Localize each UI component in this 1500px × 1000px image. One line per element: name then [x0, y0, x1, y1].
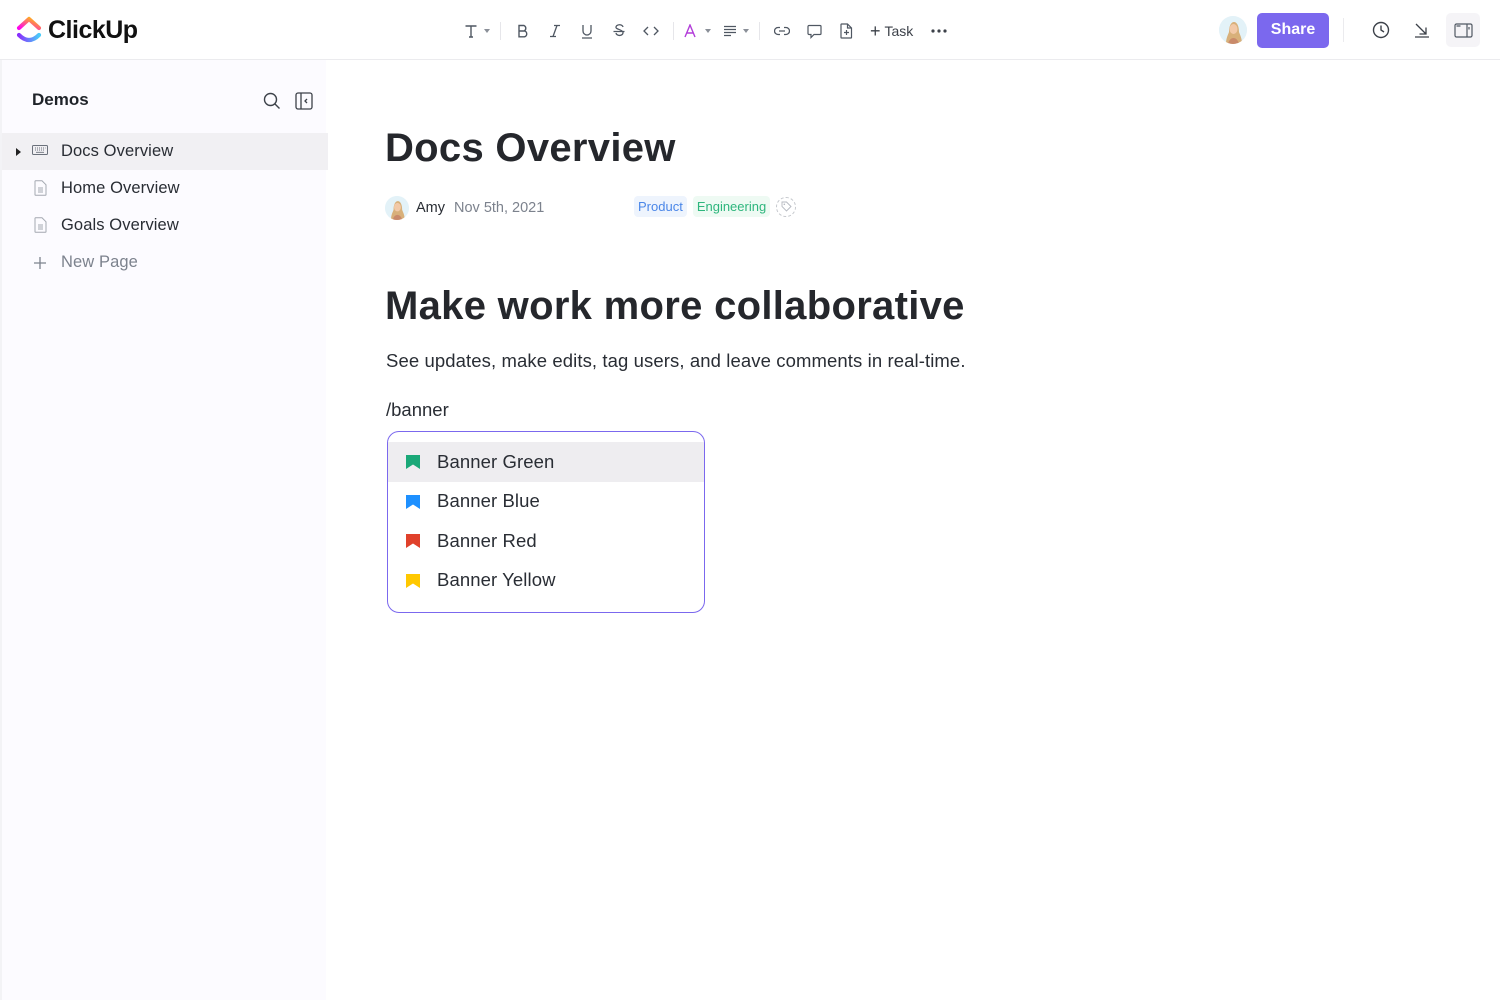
menu-item-label: Banner Yellow	[437, 569, 556, 591]
bold-icon	[518, 24, 528, 38]
sidebar-search-button[interactable]	[263, 92, 281, 115]
clickup-logo[interactable]: ClickUp	[16, 14, 138, 46]
sidebar-item-label: Home Overview	[61, 179, 180, 197]
plus-icon: +	[870, 21, 881, 41]
menu-item-label: Banner Blue	[437, 490, 540, 512]
strikethrough-button[interactable]	[605, 17, 633, 45]
sidebar-item-label: Goals Overview	[61, 216, 179, 234]
sidebar-page-list: Docs Overview Home Overview Goals Overvi…	[2, 133, 328, 281]
doc-heading[interactable]: Make work more collaborative	[385, 284, 965, 329]
text-color-icon	[684, 24, 696, 38]
tag-icon	[781, 201, 792, 212]
underline-button[interactable]	[573, 17, 601, 45]
clickup-logo-icon	[16, 16, 42, 43]
bold-button[interactable]	[509, 17, 537, 45]
add-task-label: Task	[884, 23, 914, 39]
insert-doc-button[interactable]	[832, 17, 860, 45]
header-actions: Share	[1219, 11, 1480, 49]
toolbar-divider	[500, 22, 501, 40]
sidebar-item-docs-overview[interactable]: Docs Overview	[2, 133, 328, 170]
sidebar-item-home-overview[interactable]: Home Overview	[2, 170, 328, 207]
italic-icon	[550, 24, 560, 38]
comment-icon	[806, 24, 822, 39]
sidebar-title: Demos	[32, 90, 89, 109]
italic-button[interactable]	[541, 17, 569, 45]
text-style-button[interactable]	[462, 17, 492, 45]
chevron-down-icon	[484, 29, 490, 33]
more-icon	[931, 29, 947, 33]
author-avatar[interactable]	[385, 196, 409, 220]
page-title[interactable]: Docs Overview	[385, 126, 676, 171]
header-divider	[1343, 18, 1344, 42]
sidebar-item-label: Docs Overview	[61, 142, 174, 160]
menu-item-label: Banner Red	[437, 529, 537, 551]
formatting-toolbar: + Task	[462, 16, 953, 46]
banner-flag-icon	[406, 573, 420, 588]
banner-flag-icon	[406, 455, 420, 469]
history-icon	[1372, 21, 1390, 39]
collapse-sidebar-icon	[295, 92, 313, 110]
menu-item-banner-red[interactable]: Banner Red	[388, 521, 704, 561]
export-button[interactable]	[1405, 13, 1439, 47]
link-button[interactable]	[768, 17, 796, 45]
align-button[interactable]	[721, 17, 751, 45]
comment-button[interactable]	[800, 17, 828, 45]
user-photo-icon	[1219, 16, 1247, 44]
search-icon	[263, 92, 280, 109]
plus-icon	[34, 257, 46, 269]
sidebar: Demos Docs Overview Home Overview Goals …	[0, 60, 328, 1000]
text-color-button[interactable]	[682, 17, 713, 45]
strikethrough-icon	[613, 23, 625, 36]
chevron-down-icon	[743, 29, 749, 33]
toolbar-divider	[673, 22, 674, 40]
file-plus-icon	[839, 23, 852, 39]
doc-date: Nov 5th, 2021	[454, 200, 545, 216]
banner-command-menu: Banner Green Banner Blue Banner Red Bann…	[387, 431, 705, 613]
tag-engineering[interactable]: Engineering	[692, 196, 771, 217]
author-name: Amy	[416, 200, 445, 216]
doc-paragraph[interactable]: See updates, make edits, tag users, and …	[386, 350, 966, 372]
menu-item-banner-green[interactable]: Banner Green	[388, 442, 704, 482]
doc-meta: Amy Nov 5th, 2021 Product Engineering	[385, 195, 885, 221]
toolbar-divider	[759, 22, 760, 40]
tag-product[interactable]: Product	[634, 196, 687, 217]
code-button[interactable]	[637, 17, 665, 45]
expand-caret-icon[interactable]	[16, 148, 21, 156]
link-icon	[774, 26, 790, 36]
more-options-button[interactable]	[925, 17, 953, 45]
user-photo-icon	[385, 196, 409, 220]
share-button[interactable]: Share	[1257, 12, 1329, 48]
banner-flag-icon	[406, 494, 420, 509]
text-icon	[465, 25, 477, 38]
export-icon	[1415, 23, 1429, 38]
document-icon	[34, 180, 47, 196]
slash-command-input[interactable]: /banner	[386, 399, 449, 421]
keyboard-icon	[32, 145, 48, 155]
app-name: ClickUp	[48, 15, 138, 44]
doc-tags: Product Engineering	[634, 196, 797, 217]
top-bar: ClickUp + Task Share	[0, 0, 1500, 60]
menu-item-label: Banner Green	[437, 450, 555, 472]
new-page-button[interactable]: New Page	[2, 244, 328, 281]
code-icon	[643, 26, 659, 36]
chevron-down-icon	[705, 29, 711, 33]
collapse-sidebar-button[interactable]	[295, 92, 313, 115]
user-avatar[interactable]	[1219, 16, 1247, 44]
menu-item-banner-blue[interactable]: Banner Blue	[388, 482, 704, 522]
align-icon	[724, 25, 736, 37]
doc-editor: Docs Overview Amy Nov 5th, 2021 Product …	[326, 60, 1500, 1000]
history-button[interactable]	[1364, 13, 1398, 47]
add-task-button[interactable]: + Task	[870, 21, 914, 41]
toggle-side-panel-button[interactable]	[1446, 13, 1480, 47]
document-icon	[34, 217, 47, 233]
menu-item-banner-yellow[interactable]: Banner Yellow	[388, 561, 704, 601]
underline-icon	[582, 24, 592, 39]
sidebar-panel-icon	[1453, 22, 1473, 38]
sidebar-item-label: New Page	[61, 253, 138, 271]
sidebar-item-goals-overview[interactable]: Goals Overview	[2, 207, 328, 244]
add-tag-button[interactable]	[776, 196, 797, 217]
banner-flag-icon	[406, 534, 420, 548]
